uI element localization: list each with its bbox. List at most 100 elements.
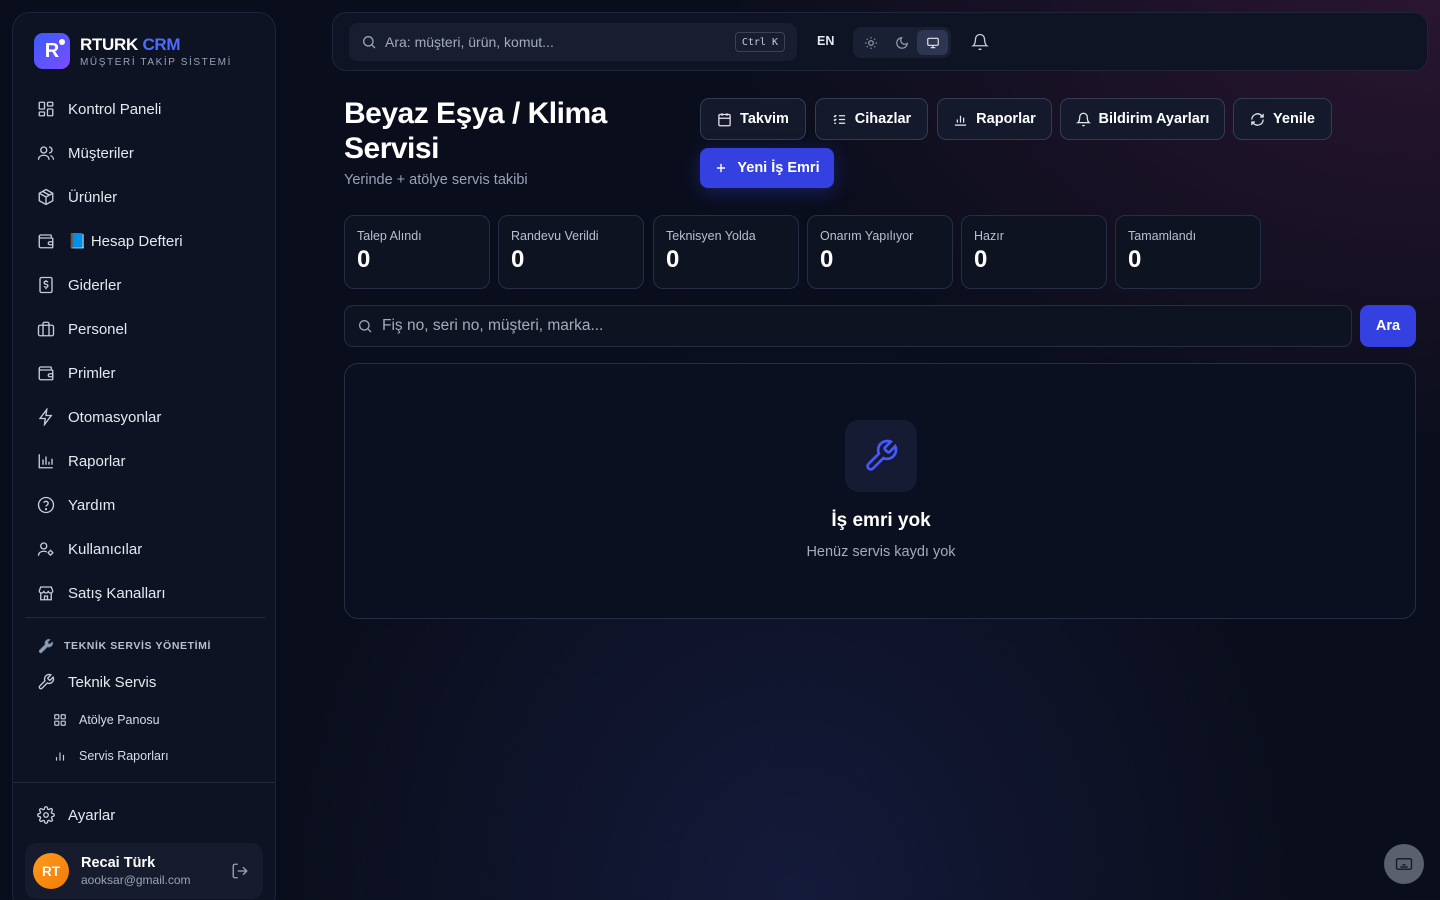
global-search[interactable]: Ctrl K bbox=[349, 23, 797, 61]
sidebar-item-dashboard[interactable]: Kontrol Paneli bbox=[25, 87, 265, 131]
sidebar-item-users[interactable]: Kullanıcılar bbox=[25, 527, 265, 571]
global-search-input[interactable] bbox=[385, 34, 725, 50]
stat-card-repair-in-progress[interactable]: Onarım Yapılıyor 0 bbox=[807, 215, 953, 289]
grid-icon bbox=[54, 714, 66, 726]
work-order-search-input[interactable] bbox=[382, 317, 1282, 335]
sidebar-subitem-label: Atölye Panosu bbox=[79, 713, 160, 727]
reports-button-label: Raporlar bbox=[976, 111, 1036, 127]
user-name: Recai Türk bbox=[81, 855, 156, 871]
brand[interactable]: R RTURK CRM MÜŞTERİ TAKİP SİSTEMİ bbox=[34, 33, 232, 69]
theme-dark-button[interactable] bbox=[887, 30, 918, 55]
sidebar-section-label: TEKNİK SERVİS YÖNETİMİ bbox=[37, 637, 211, 655]
sidebar-item-label: Satış Kanalları bbox=[68, 584, 166, 602]
wallet-icon bbox=[38, 234, 54, 249]
topbar: Ctrl K EN bbox=[332, 12, 1428, 71]
sidebar-item-sales-channels[interactable]: Satış Kanalları bbox=[25, 571, 265, 615]
reports-button[interactable]: Raporlar bbox=[937, 98, 1052, 140]
empty-state-icon-box bbox=[845, 420, 917, 492]
search-button[interactable]: Ara bbox=[1360, 305, 1416, 347]
page-title: Beyaz Eşya / Klima Servisi bbox=[344, 97, 607, 165]
theme-light-button[interactable] bbox=[856, 30, 887, 55]
sidebar-item-label: Otomasyonlar bbox=[68, 408, 162, 426]
brand-title: RTURK CRM bbox=[80, 35, 232, 55]
stat-label: Teknisyen Yolda bbox=[666, 229, 756, 243]
sidebar-subitem-workshop-board[interactable]: Atölye Panosu bbox=[53, 713, 160, 727]
sidebar-subitem-service-reports[interactable]: Servis Raporları bbox=[53, 749, 169, 763]
user-cog-icon bbox=[37, 542, 54, 556]
moon-icon bbox=[896, 36, 908, 49]
page-subtitle: Yerinde + atölye servis takibi bbox=[344, 172, 528, 188]
sidebar-item-automations[interactable]: Otomasyonlar bbox=[25, 395, 265, 439]
theme-switcher bbox=[853, 27, 951, 58]
refresh-icon bbox=[1251, 112, 1264, 126]
sidebar-item-bonuses[interactable]: Primler bbox=[25, 351, 265, 395]
theme-system-button[interactable] bbox=[917, 30, 949, 55]
calendar-icon bbox=[718, 112, 731, 126]
stat-value: 0 bbox=[666, 246, 680, 273]
sidebar-item-staff[interactable]: Personel bbox=[25, 307, 265, 351]
stat-label: Randevu Verildi bbox=[511, 229, 599, 243]
sidebar-item-ledger[interactable]: 📘 Hesap Defteri bbox=[25, 219, 265, 263]
notification-settings-label: Bildirim Ayarları bbox=[1098, 111, 1210, 127]
work-order-search[interactable] bbox=[344, 305, 1352, 347]
stat-value: 0 bbox=[820, 246, 834, 273]
new-work-order-button[interactable]: Yeni İş Emri bbox=[700, 148, 834, 188]
calendar-button[interactable]: Takvim bbox=[700, 98, 806, 140]
logout-icon[interactable] bbox=[231, 862, 249, 880]
stat-card-ready[interactable]: Hazır 0 bbox=[961, 215, 1107, 289]
sidebar-item-label: Yardım bbox=[68, 496, 116, 514]
stat-label: Tamamlandı bbox=[1128, 229, 1197, 243]
sidebar-item-technical-service[interactable]: Teknik Servis bbox=[25, 660, 265, 704]
sidebar-item-expenses[interactable]: Giderler bbox=[25, 263, 265, 307]
help-icon bbox=[37, 496, 55, 514]
stat-card-appointment-given[interactable]: Randevu Verildi 0 bbox=[498, 215, 644, 289]
notification-settings-button[interactable]: Bildirim Ayarları bbox=[1060, 98, 1225, 140]
stat-value: 0 bbox=[511, 246, 525, 273]
calendar-button-label: Takvim bbox=[740, 111, 789, 127]
stat-card-request-received[interactable]: Talep Alındı 0 bbox=[344, 215, 490, 289]
bell-icon[interactable] bbox=[971, 33, 989, 51]
bar-chart-icon bbox=[55, 752, 65, 761]
sidebar-item-reports[interactable]: Raporlar bbox=[25, 439, 265, 483]
briefcase-icon bbox=[37, 321, 55, 337]
sidebar-item-label: Personel bbox=[68, 320, 128, 338]
sidebar-nav: Kontrol Paneli Müşteriler Ürünler 📘 Hesa… bbox=[25, 87, 265, 615]
sidebar-item-label: Teknik Servis bbox=[68, 673, 157, 691]
user-card[interactable]: RT Recai Türk aooksar@gmail.com bbox=[25, 843, 263, 899]
store-icon bbox=[38, 586, 54, 601]
sidebar-divider bbox=[25, 617, 265, 618]
keyboard-shortcuts-button[interactable] bbox=[1384, 844, 1424, 884]
brand-logo-letter: R bbox=[44, 39, 60, 62]
devices-button[interactable]: Cihazlar bbox=[815, 98, 928, 140]
refresh-button-label: Yenile bbox=[1273, 111, 1315, 127]
stat-value: 0 bbox=[974, 246, 988, 273]
plus-icon bbox=[717, 163, 726, 173]
empty-state-title: İş emri yok bbox=[831, 510, 931, 531]
sidebar-item-products[interactable]: Ürünler bbox=[25, 175, 265, 219]
empty-state-subtitle: Henüz servis kaydı yok bbox=[806, 544, 956, 560]
stat-label: Talep Alındı bbox=[357, 229, 422, 243]
bar-chart-icon bbox=[955, 115, 967, 126]
search-icon bbox=[363, 36, 376, 49]
avatar-initials: RT bbox=[42, 863, 60, 879]
brand-logo: R bbox=[34, 33, 70, 69]
sidebar-item-help[interactable]: Yardım bbox=[25, 483, 265, 527]
stat-value: 0 bbox=[1128, 246, 1142, 273]
section-label-text: TEKNİK SERVİS YÖNETİMİ bbox=[64, 640, 212, 652]
chart-icon bbox=[38, 454, 53, 469]
sidebar-item-settings[interactable]: Ayarlar bbox=[25, 793, 265, 837]
avatar: RT bbox=[33, 853, 69, 889]
bell-icon bbox=[1075, 112, 1091, 126]
stat-card-completed[interactable]: Tamamlandı 0 bbox=[1115, 215, 1261, 289]
users-icon bbox=[37, 146, 55, 160]
sidebar-item-customers[interactable]: Müşteriler bbox=[25, 131, 265, 175]
sidebar-item-label: Kontrol Paneli bbox=[68, 100, 162, 118]
sidebar-item-label: Raporlar bbox=[68, 452, 126, 470]
devices-button-label: Cihazlar bbox=[854, 111, 912, 127]
list-check-icon bbox=[833, 114, 845, 124]
refresh-button[interactable]: Yenile bbox=[1233, 98, 1332, 140]
language-toggle[interactable]: EN bbox=[817, 34, 834, 48]
stat-card-technician-on-way[interactable]: Teknisyen Yolda 0 bbox=[653, 215, 799, 289]
monitor-icon bbox=[926, 37, 939, 48]
sidebar-divider bbox=[13, 782, 275, 783]
